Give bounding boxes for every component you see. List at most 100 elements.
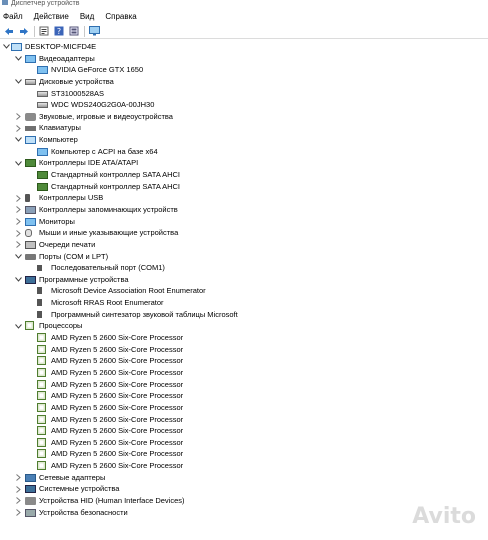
tree-node[interactable]: Программные устройства	[0, 274, 488, 286]
tree-node[interactable]: Контроллеры запоминающих устройств	[0, 204, 488, 216]
tree-node[interactable]: Процессоры	[0, 320, 488, 332]
systemchild-icon	[37, 310, 42, 318]
tree-node-label: Контроллеры USB	[39, 193, 104, 203]
tree-node-label: Устройства безопасности	[39, 507, 128, 517]
chevron-down-icon[interactable]	[14, 251, 22, 263]
tree-node[interactable]: Стандартный контроллер SATA AHCI	[0, 181, 488, 193]
tree-node[interactable]: Контроллеры IDE ATA/ATAPI	[0, 157, 488, 169]
tree-node-label: Мыши и иные указывающие устройства	[39, 228, 179, 238]
storage-icon	[25, 205, 36, 214]
chevron-down-icon[interactable]	[14, 320, 22, 332]
cpu-icon	[25, 321, 34, 331]
tree-node-label: WDC WDS240G2G0A-00JH30	[51, 100, 155, 110]
ide-icon	[25, 159, 36, 168]
tree-node[interactable]: AMD Ryzen 5 2600 Six-Core Processor	[0, 355, 488, 367]
tree-node[interactable]: AMD Ryzen 5 2600 Six-Core Processor	[0, 332, 488, 344]
tree-node[interactable]: Сетевые адаптеры	[0, 472, 488, 484]
printer-icon	[25, 240, 36, 249]
menu-help[interactable]: Справка	[105, 12, 136, 21]
tree-node[interactable]: AMD Ryzen 5 2600 Six-Core Processor	[0, 414, 488, 426]
chevron-right-icon[interactable]	[14, 495, 22, 507]
disk-icon	[37, 90, 48, 97]
tree-node[interactable]: Стандартный контроллер SATA AHCI	[0, 169, 488, 181]
tree-node-label: AMD Ryzen 5 2600 Six-Core Processor	[51, 344, 184, 354]
chevron-right-icon[interactable]	[14, 227, 22, 239]
chevron-down-icon[interactable]	[14, 134, 22, 146]
tree-node-label: Контроллеры IDE ATA/ATAPI	[39, 158, 139, 168]
tree-node[interactable]: Звуковые, игровые и видеоустройства	[0, 111, 488, 123]
tree-node[interactable]: AMD Ryzen 5 2600 Six-Core Processor	[0, 390, 488, 402]
chevron-down-icon[interactable]	[2, 41, 10, 53]
chevron-right-icon[interactable]	[14, 507, 22, 519]
tree-node[interactable]: AMD Ryzen 5 2600 Six-Core Processor	[0, 402, 488, 414]
svg-text:?: ?	[57, 27, 61, 36]
security-icon	[25, 508, 36, 517]
hid-icon	[25, 496, 36, 505]
tree-node[interactable]: Компьютер с ACPI на базе x64	[0, 146, 488, 158]
device-tree-icon[interactable]	[68, 25, 80, 37]
chevron-right-icon[interactable]	[14, 239, 22, 251]
chevron-right-icon[interactable]	[14, 216, 22, 228]
tree-node[interactable]: Порты (COM и LPT)	[0, 251, 488, 263]
cpu-icon	[37, 344, 46, 354]
chevron-down-icon[interactable]	[14, 53, 22, 65]
tree-node[interactable]: ST31000528AS	[0, 88, 488, 100]
tree-node-label: AMD Ryzen 5 2600 Six-Core Processor	[51, 449, 184, 459]
chevron-down-icon[interactable]	[14, 76, 22, 88]
tree-node[interactable]: WDC WDS240G2G0A-00JH30	[0, 99, 488, 111]
menu-view[interactable]: Вид	[80, 12, 94, 21]
tree-node[interactable]: DESKTOP-MICFD4E	[0, 41, 488, 53]
monitor-icon	[37, 147, 48, 156]
chevron-right-icon[interactable]	[14, 483, 22, 495]
tree-node[interactable]: Microsoft Device Association Root Enumer…	[0, 285, 488, 297]
tree-node[interactable]: NVIDIA GeForce GTX 1650	[0, 64, 488, 76]
help-icon[interactable]: ?	[53, 25, 65, 37]
tree-node[interactable]: Очереди печати	[0, 239, 488, 251]
menu-file[interactable]: Файл	[3, 12, 23, 21]
tree-node-label: Очереди печати	[39, 239, 96, 249]
tree-node-label: AMD Ryzen 5 2600 Six-Core Processor	[51, 437, 184, 447]
window-titlebar: Диспетчер устройств	[0, 0, 488, 8]
tree-node-label: Звуковые, игровые и видеоустройства	[39, 111, 173, 121]
system-icon	[25, 485, 36, 494]
tree-node[interactable]: AMD Ryzen 5 2600 Six-Core Processor	[0, 460, 488, 472]
toolbar-separator	[34, 25, 35, 37]
properties-icon[interactable]	[38, 25, 50, 37]
tree-node[interactable]: Системные устройства	[0, 483, 488, 495]
chevron-down-icon[interactable]	[14, 274, 22, 286]
tree-node-label: AMD Ryzen 5 2600 Six-Core Processor	[51, 379, 184, 389]
monitor-icon[interactable]	[88, 25, 100, 37]
tree-node[interactable]: Компьютер	[0, 134, 488, 146]
tree-node[interactable]: Дисковые устройства	[0, 76, 488, 88]
tree-node-label: Видеоадаптеры	[39, 53, 95, 63]
tree-node-label: ST31000528AS	[51, 88, 104, 98]
forward-arrow-icon[interactable]	[18, 25, 30, 37]
tree-node[interactable]: Контроллеры USB	[0, 192, 488, 204]
tree-node[interactable]: AMD Ryzen 5 2600 Six-Core Processor	[0, 367, 488, 379]
tree-node-label: Программный синтезатор звуковой таблицы …	[51, 309, 238, 319]
chevron-right-icon[interactable]	[14, 111, 22, 123]
tree-node[interactable]: AMD Ryzen 5 2600 Six-Core Processor	[0, 448, 488, 460]
chevron-right-icon[interactable]	[14, 192, 22, 204]
disk-icon	[37, 102, 48, 109]
back-arrow-icon[interactable]	[3, 25, 15, 37]
tree-node-label: AMD Ryzen 5 2600 Six-Core Processor	[51, 414, 184, 424]
device-tree: DESKTOP-MICFD4E Видеоадаптеры NVIDIA GeFor…	[0, 41, 488, 518]
tree-node[interactable]: Мыши и иные указывающие устройства	[0, 227, 488, 239]
tree-node[interactable]: Последовательный порт (COM1)	[0, 262, 488, 274]
chevron-down-icon[interactable]	[14, 157, 22, 169]
tree-node[interactable]: AMD Ryzen 5 2600 Six-Core Processor	[0, 379, 488, 391]
tree-node[interactable]: Мониторы	[0, 216, 488, 228]
tree-node[interactable]: AMD Ryzen 5 2600 Six-Core Processor	[0, 425, 488, 437]
tree-node[interactable]: Программный синтезатор звуковой таблицы …	[0, 309, 488, 321]
tree-node[interactable]: AMD Ryzen 5 2600 Six-Core Processor	[0, 437, 488, 449]
tree-node[interactable]: AMD Ryzen 5 2600 Six-Core Processor	[0, 344, 488, 356]
chevron-right-icon[interactable]	[14, 204, 22, 216]
tree-node[interactable]: Видеоадаптеры	[0, 53, 488, 65]
chevron-right-icon[interactable]	[14, 472, 22, 484]
tree-node[interactable]: Клавиатуры	[0, 122, 488, 134]
tree-node[interactable]: Microsoft RRAS Root Enumerator	[0, 297, 488, 309]
menu-action[interactable]: Действие	[34, 12, 69, 21]
computer-icon	[11, 43, 22, 51]
chevron-right-icon[interactable]	[14, 122, 22, 134]
